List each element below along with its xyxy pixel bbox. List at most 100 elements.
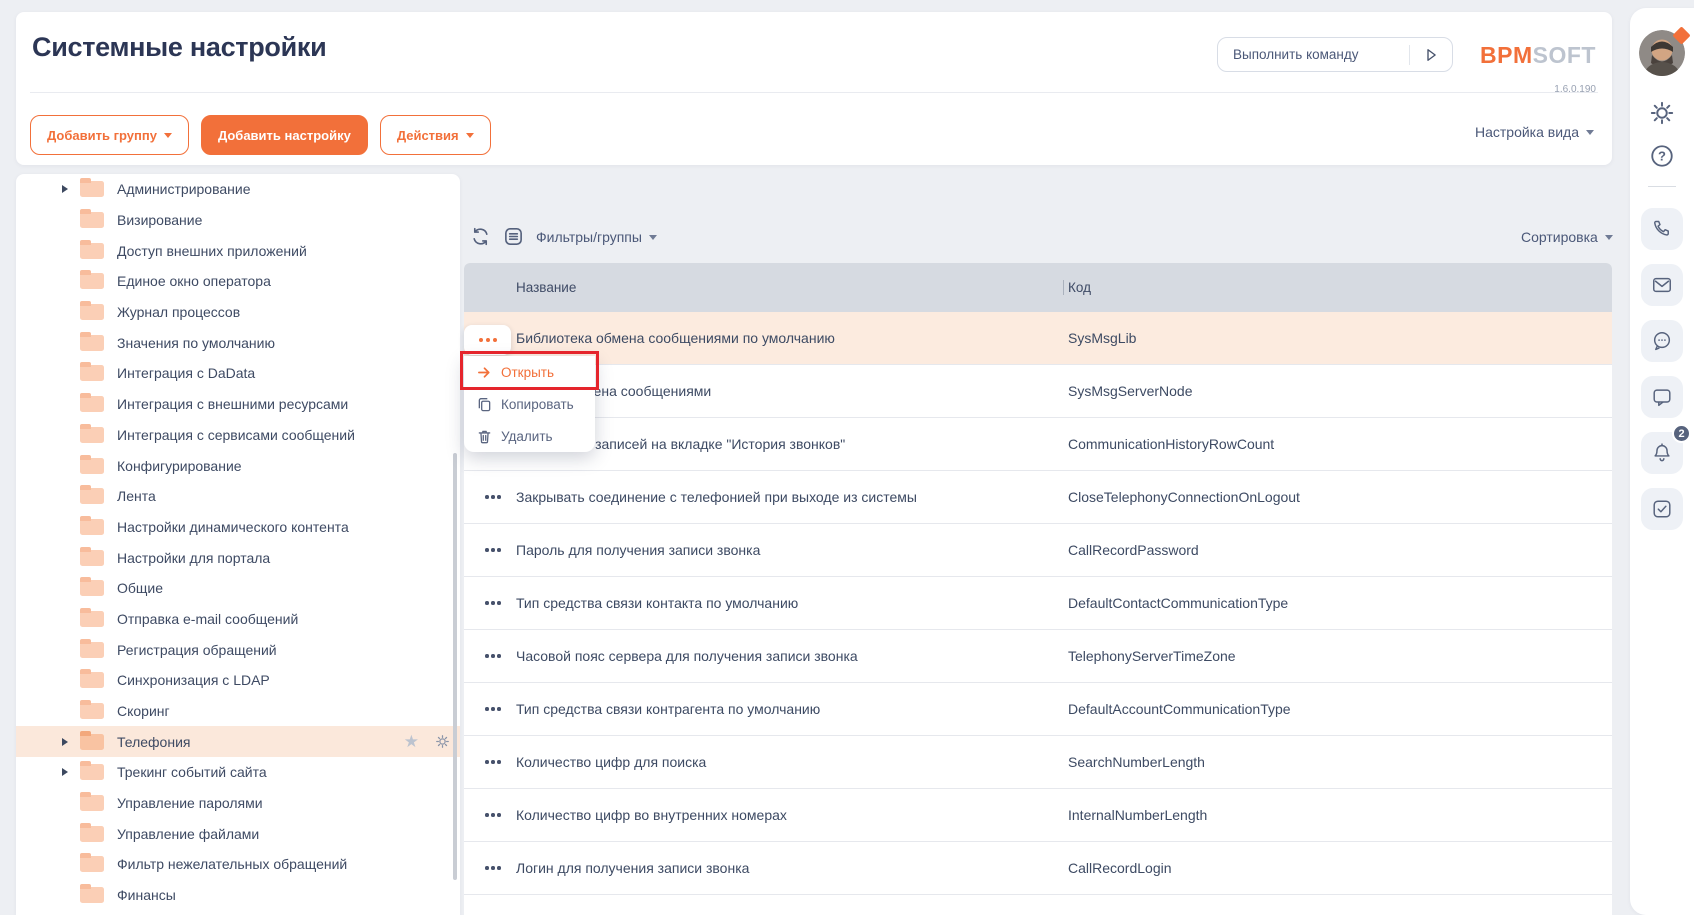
sort-button[interactable]: Сортировка (1521, 229, 1613, 245)
folder-icon (80, 335, 104, 351)
command-line[interactable]: Выполнить команду (1217, 37, 1453, 72)
folder-icon (80, 365, 104, 381)
email-button[interactable] (1641, 264, 1683, 306)
tree-item[interactable]: Трекинг событий сайта (16, 757, 460, 788)
chevron-down-icon (1605, 235, 1613, 240)
column-header-name[interactable]: Название (516, 280, 1068, 295)
folder-icon (80, 672, 104, 688)
row-actions-button[interactable] (472, 856, 514, 880)
actions-button[interactable]: Действия (380, 115, 491, 155)
tree-item[interactable]: Настройки динамического контента (16, 512, 460, 543)
group-chat-button[interactable] (1641, 320, 1683, 362)
table-row-selected[interactable]: Библиотека обмена сообщениями по умолчан… (464, 312, 1612, 365)
tree-item[interactable]: Управление паролями (16, 788, 460, 819)
tree-scrollbar[interactable] (453, 453, 457, 880)
tree-item[interactable]: Фильтр нежелательных обращений (16, 849, 460, 880)
view-settings-button[interactable]: Настройка вида (1475, 124, 1594, 140)
tree-item[interactable]: Интеграция с сервисами сообщений (16, 420, 460, 451)
settings-gear-icon[interactable] (1649, 100, 1675, 126)
table-row[interactable]: Логин для получения записи звонкаCallRec… (464, 842, 1612, 895)
folder-icon (80, 826, 104, 842)
right-sidebar: ? 2 (1630, 8, 1694, 915)
expand-arrow-icon[interactable] (62, 768, 68, 776)
row-actions-button[interactable] (472, 538, 514, 562)
table-row[interactable]: Тип средства связи контрагента по умолча… (464, 683, 1612, 736)
tree-item-selected[interactable]: Телефония ★ (16, 726, 460, 757)
favorite-star-icon[interactable]: ★ (404, 733, 419, 750)
folder-icon (80, 764, 104, 780)
add-group-button[interactable]: Добавить группу (30, 115, 189, 155)
tree-item[interactable]: Интеграция с DaData (16, 358, 460, 389)
tree-item[interactable]: Значения по умолчанию (16, 327, 460, 358)
tree-item[interactable]: Финансы (16, 880, 460, 911)
tree-item[interactable]: Синхронизация с LDAP (16, 665, 460, 696)
filters-groups-button[interactable]: Фильтры/группы (536, 229, 657, 245)
envelope-icon (1651, 274, 1673, 296)
folder-icon (80, 580, 104, 596)
folder-icon (80, 642, 104, 658)
notifications-button[interactable]: 2 (1641, 432, 1683, 474)
tree-item[interactable]: Конфигурирование (16, 450, 460, 481)
bell-icon (1651, 442, 1673, 464)
tree-item[interactable]: Единое окно оператора (16, 266, 460, 297)
refresh-icon[interactable] (470, 226, 491, 247)
tree-item[interactable]: Управление файлами (16, 818, 460, 849)
table-row[interactable]: Пароль для получения записи звонкаCallRe… (464, 524, 1612, 577)
command-input[interactable]: Выполнить команду (1218, 47, 1409, 62)
table-row[interactable]: Количество цифр для поискаSearchNumberLe… (464, 736, 1612, 789)
row-actions-button[interactable] (472, 803, 514, 827)
tree-item[interactable]: Доступ внешних приложений (16, 235, 460, 266)
tree-item[interactable]: Журнал процессов (16, 297, 460, 328)
expand-arrow-icon[interactable] (62, 738, 68, 746)
comments-button[interactable] (1641, 376, 1683, 418)
help-icon[interactable]: ? (1649, 143, 1675, 169)
tree-item[interactable]: Скоринг (16, 696, 460, 727)
tree-item[interactable]: Визирование (16, 205, 460, 236)
table-row[interactable]: Количество записей на вкладке "История з… (464, 418, 1612, 471)
folder-icon (80, 887, 104, 903)
table-row[interactable]: Сервер обмена сообщениямиSysMsgServerNod… (464, 365, 1612, 418)
folder-icon (80, 427, 104, 443)
tree-item[interactable]: Настройки для портала (16, 542, 460, 573)
folder-icon (80, 458, 104, 474)
row-actions-button[interactable] (472, 750, 514, 774)
list-view-icon[interactable] (503, 226, 524, 247)
calls-button[interactable] (1641, 208, 1683, 250)
user-avatar[interactable] (1639, 30, 1685, 76)
tree-item[interactable]: Общие (16, 573, 460, 604)
table-row[interactable]: Количество цифр во внутренних номерахInt… (464, 789, 1612, 842)
folder-icon (80, 273, 104, 289)
row-actions-button[interactable] (472, 697, 514, 721)
chat-dots-icon (1651, 330, 1673, 352)
header-actions: Добавить группу Добавить настройку Дейст… (30, 115, 491, 155)
row-actions-button[interactable] (472, 644, 514, 668)
folder-icon (80, 519, 104, 535)
row-actions-button[interactable] (472, 485, 514, 509)
row-actions-button[interactable] (472, 591, 514, 615)
tree-item[interactable]: Лента (16, 481, 460, 512)
tree-item[interactable]: Отправка e-mail сообщений (16, 604, 460, 635)
column-header-code[interactable]: Код (1063, 280, 1612, 295)
table-row[interactable]: Часовой пояс сервера для получения запис… (464, 630, 1612, 683)
header-card: Системные настройки Добавить группу Доба… (16, 12, 1612, 165)
expand-arrow-icon[interactable] (62, 185, 68, 193)
chevron-down-icon (164, 133, 172, 138)
folder-icon (80, 181, 104, 197)
folder-icon (80, 243, 104, 259)
tree-item[interactable]: Администрирование (16, 174, 460, 205)
svg-text:?: ? (1658, 149, 1666, 164)
context-menu-delete[interactable]: Удалить (464, 420, 595, 452)
folder-icon (80, 611, 104, 627)
add-setting-button[interactable]: Добавить настройку (201, 115, 368, 155)
tree-item[interactable]: Регистрация обращений (16, 634, 460, 665)
chevron-down-icon (1586, 130, 1594, 135)
run-command-icon[interactable] (1410, 38, 1452, 71)
group-settings-gear-icon[interactable] (435, 734, 450, 749)
context-menu-copy[interactable]: Копировать (464, 388, 595, 420)
folder-icon (80, 488, 104, 504)
tasks-button[interactable] (1641, 488, 1683, 530)
table-row[interactable]: Тип средства связи контакта по умолчанию… (464, 577, 1612, 630)
table-row[interactable]: Закрывать соединение с телефонией при вы… (464, 471, 1612, 524)
tree-item[interactable]: Интеграция с внешними ресурсами (16, 389, 460, 420)
header-divider (30, 92, 1598, 93)
